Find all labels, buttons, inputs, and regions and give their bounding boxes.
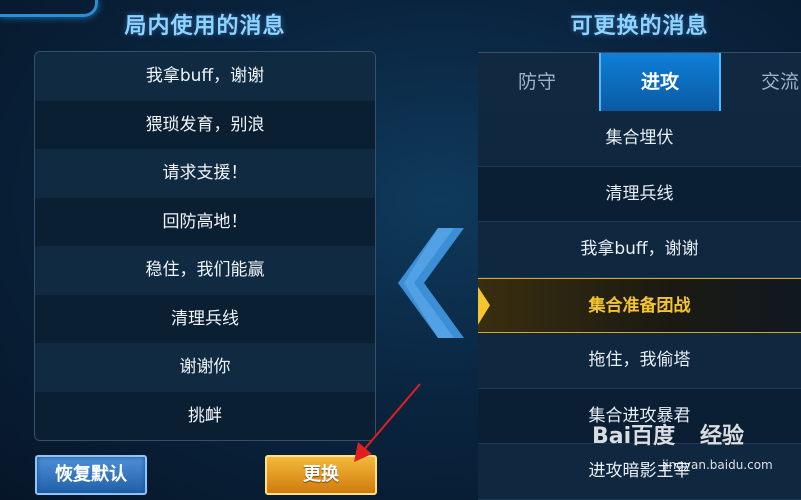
message-item[interactable]: 回防高地！ — [35, 197, 375, 246]
selection-arrow-icon — [478, 286, 490, 325]
message-item[interactable]: 拖住，我偷塔 — [478, 333, 801, 389]
watermark: Bai百度 经验 jingyan.baidu.com — [592, 412, 797, 488]
in-game-message-list: 我拿buff，谢谢 猥琐发育，别浪 请求支援！ 回防高地！ 稳住，我们能赢 清理… — [34, 51, 376, 441]
tab-attack[interactable]: 进攻 — [599, 53, 721, 111]
replace-button[interactable]: 更换 — [265, 455, 377, 495]
message-item[interactable]: 我拿buff，谢谢 — [35, 52, 375, 101]
watermark-jingyan: 经验 — [700, 424, 745, 449]
message-item[interactable]: 清理兵线 — [35, 294, 375, 343]
message-item[interactable]: 我拿buff，谢谢 — [478, 222, 801, 278]
message-item-selected[interactable]: 集合准备团战 — [478, 277, 801, 333]
message-item-label: 集合准备团战 — [588, 295, 691, 316]
tab-communicate[interactable]: 交流 — [721, 53, 801, 111]
category-tabs: 防守 进攻 交流 — [478, 52, 801, 112]
message-item[interactable]: 请求支援！ — [35, 149, 375, 198]
watermark-brand: Bai百度 — [592, 424, 676, 449]
message-item[interactable]: 清理兵线 — [478, 166, 801, 222]
message-item[interactable]: 挑衅 — [35, 391, 375, 440]
message-item[interactable]: 稳住，我们能赢 — [35, 246, 375, 295]
left-panel-title: 局内使用的消息 — [124, 14, 286, 39]
restore-default-button[interactable]: 恢复默认 — [35, 455, 147, 495]
message-item[interactable]: 谢谢你 — [35, 343, 375, 392]
message-item[interactable]: 猥琐发育，别浪 — [35, 100, 375, 149]
watermark-url: jingyan.baidu.com — [662, 458, 773, 472]
tab-defense[interactable]: 防守 — [478, 53, 596, 111]
right-panel-title: 可更换的消息 — [570, 14, 709, 39]
chevron-left-icon[interactable] — [398, 228, 464, 338]
message-item[interactable]: 集合埋伏 — [478, 111, 801, 167]
